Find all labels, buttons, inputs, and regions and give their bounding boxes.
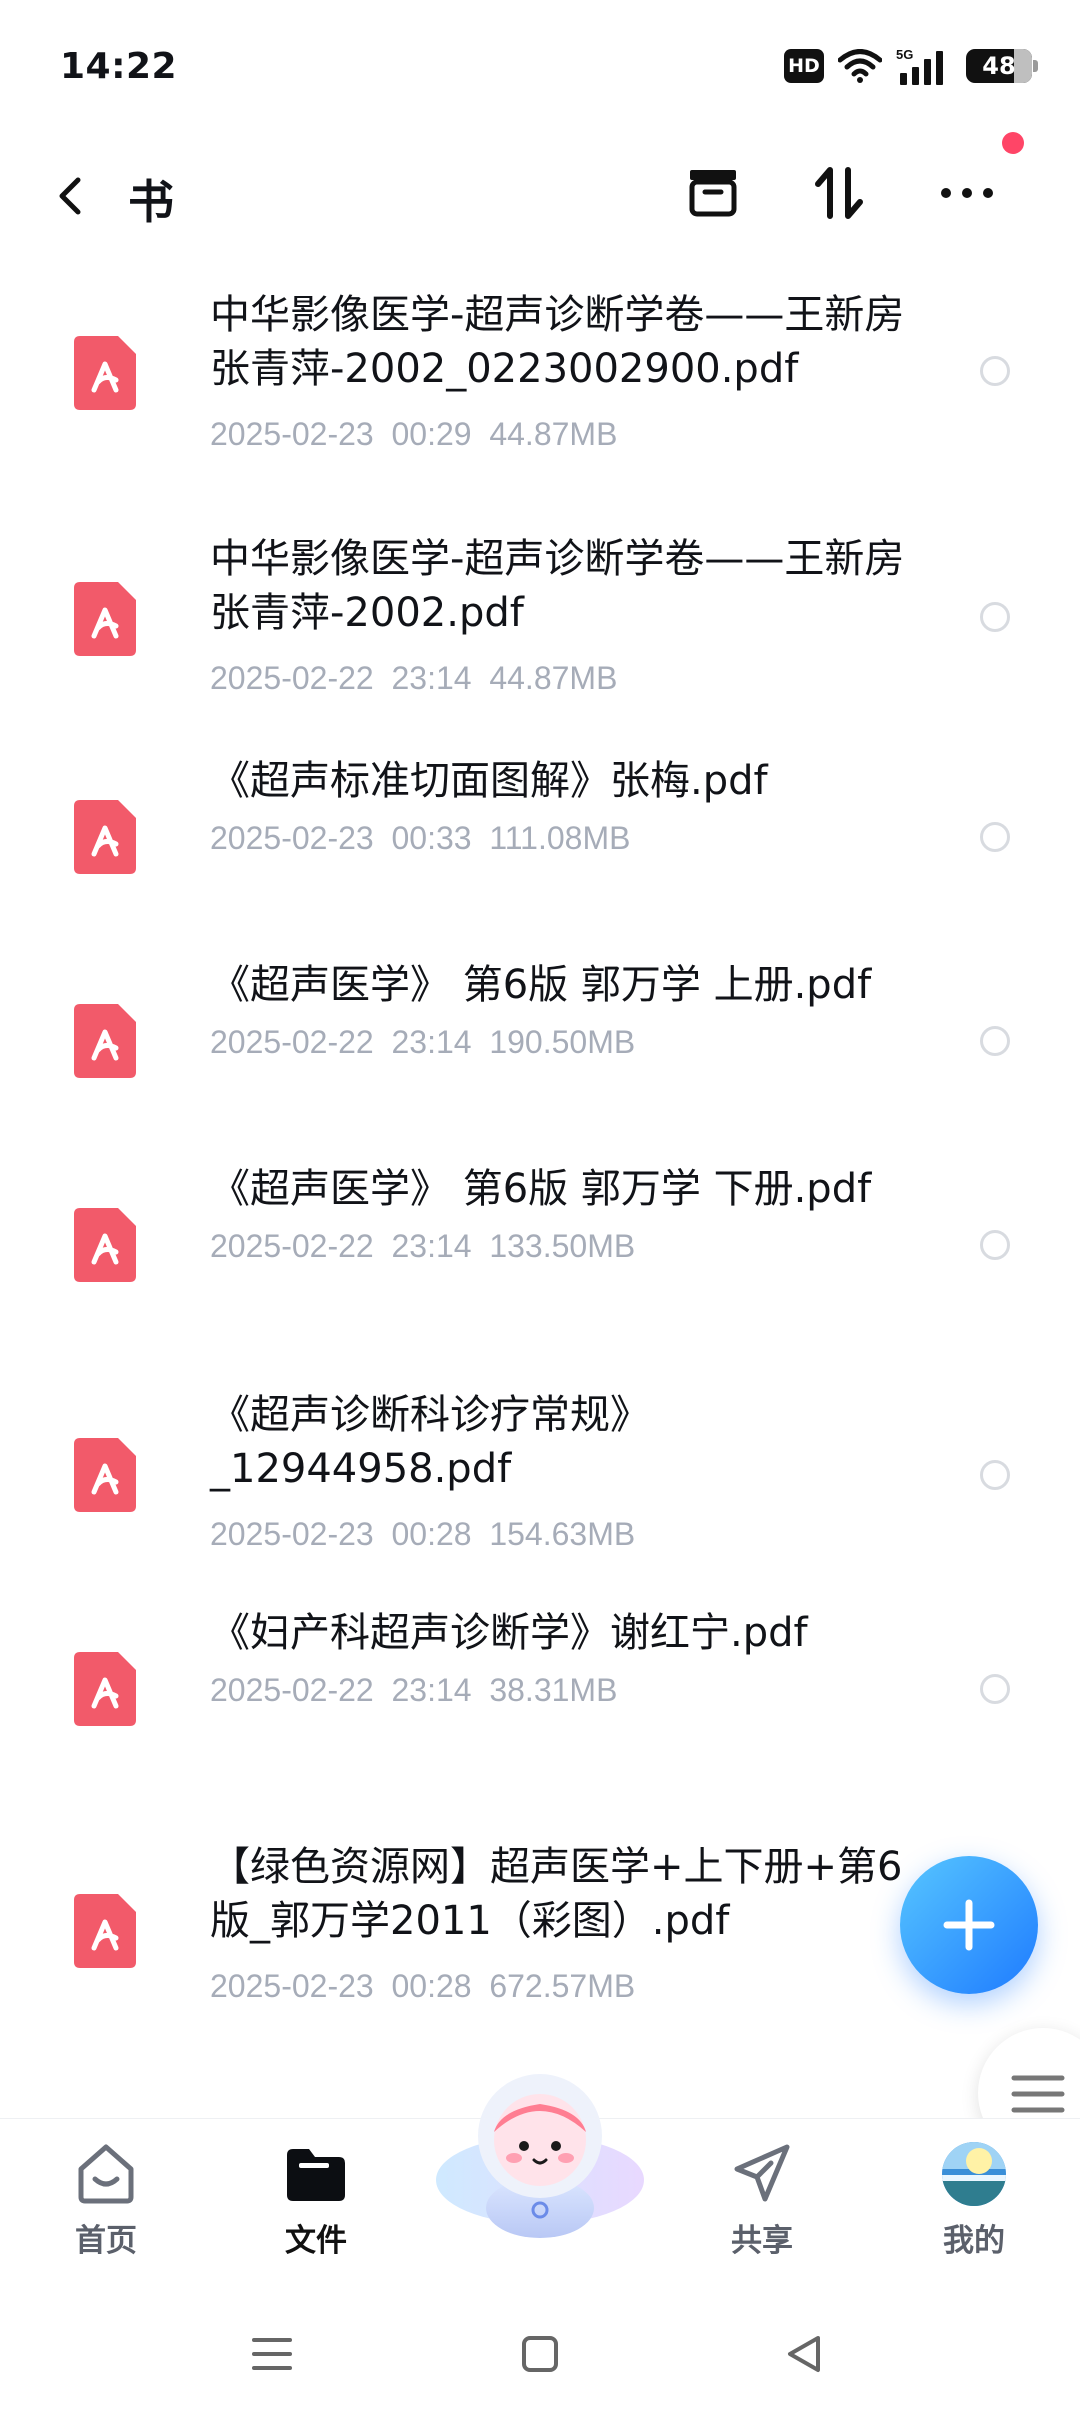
menu-icon [1011,2075,1065,2113]
system-nav-bar [0,2300,1080,2412]
select-radio[interactable] [980,1674,1010,1704]
file-name: 《超声诊断科诊疗常规》_12944958.pdf [210,1392,650,1492]
file-meta: 2025-02-22 23:14 133.50MB [210,1228,636,1264]
home-icon [78,2144,134,2204]
nav-share[interactable]: 共享 [682,2139,842,2260]
pdf-icon [74,582,136,656]
mascot-assistant-icon[interactable] [430,2060,650,2240]
page-title: 书 [128,175,174,229]
select-radio[interactable] [980,356,1010,386]
share-icon [734,2144,790,2202]
file-meta: 2025-02-23 00:28 672.57MB [210,1968,636,2004]
wifi-icon [838,49,882,83]
select-radio[interactable] [980,1460,1010,1490]
select-radio[interactable] [980,1026,1010,1056]
nav-home-label: 首页 [75,2223,137,2259]
pdf-icon [74,1438,136,1512]
file-meta: 2025-02-22 23:14 190.50MB [210,1024,636,1060]
sort-icon[interactable] [806,160,872,226]
pdf-icon [74,800,136,874]
file-name: 《妇产科超声诊断学》谢红宁.pdf [210,1610,808,1656]
back-nav-icon[interactable] [780,2330,828,2378]
select-radio[interactable] [980,1230,1010,1260]
file-meta: 2025-02-23 00:29 44.87MB [210,416,618,452]
signal-icon: 5G [896,47,943,85]
pdf-icon [74,1652,136,1726]
nav-files-label: 文件 [285,2223,347,2259]
add-button[interactable] [900,1856,1038,1994]
archive-icon[interactable] [680,160,746,226]
file-name: 《超声医学》 第6版 郭万学 下册.pdf [210,1166,872,1212]
back-icon[interactable] [44,168,100,224]
battery-indicator: 48 [966,49,1038,83]
select-radio[interactable] [980,822,1010,852]
plus-icon [943,1899,995,1951]
more-icon[interactable] [932,160,1002,226]
file-meta: 2025-02-22 23:14 38.31MB [210,1672,618,1708]
file-name: 中华影像医学-超声诊断学卷——王新房 张青萍-2002_0223002900.p… [210,292,905,392]
home-button-icon[interactable] [516,2330,564,2378]
status-time: 14:22 [60,46,178,87]
recent-apps-icon[interactable] [248,2330,296,2378]
file-name: 《超声医学》 第6版 郭万学 上册.pdf [210,962,872,1008]
hd-badge: HD [784,49,824,83]
nav-files[interactable]: 文件 [236,2139,396,2260]
nav-mine[interactable]: 我的 [894,2139,1054,2260]
status-icons: HD 5G 48 [784,46,1038,86]
pdf-icon [74,1208,136,1282]
pdf-icon [74,1894,136,1968]
notification-dot [1002,132,1024,154]
folder-icon [287,2149,345,2201]
file-name: 《超声标准切面图解》张梅.pdf [210,758,768,804]
file-meta: 2025-02-23 00:28 154.63MB [210,1516,636,1552]
pdf-icon [74,336,136,410]
select-radio[interactable] [980,602,1010,632]
avatar-icon [942,2142,1006,2206]
pdf-icon [74,1004,136,1078]
header: 书 [0,130,1080,260]
nav-home[interactable]: 首页 [26,2139,186,2260]
file-meta: 2025-02-22 23:14 44.87MB [210,660,618,696]
svg-text:5G: 5G [896,47,913,62]
file-meta: 2025-02-23 00:33 111.08MB [210,820,631,856]
status-bar: 14:22 HD 5G 48 [0,0,1080,130]
nav-mine-label: 我的 [943,2223,1005,2259]
nav-share-label: 共享 [731,2223,793,2259]
battery-level: 48 [982,52,1016,80]
file-name: 【绿色资源网】超声医学+上下册+第6版_郭万学2011（彩图）.pdf [210,1844,903,1944]
file-name: 中华影像医学-超声诊断学卷——王新房 张青萍-2002.pdf [210,536,905,636]
